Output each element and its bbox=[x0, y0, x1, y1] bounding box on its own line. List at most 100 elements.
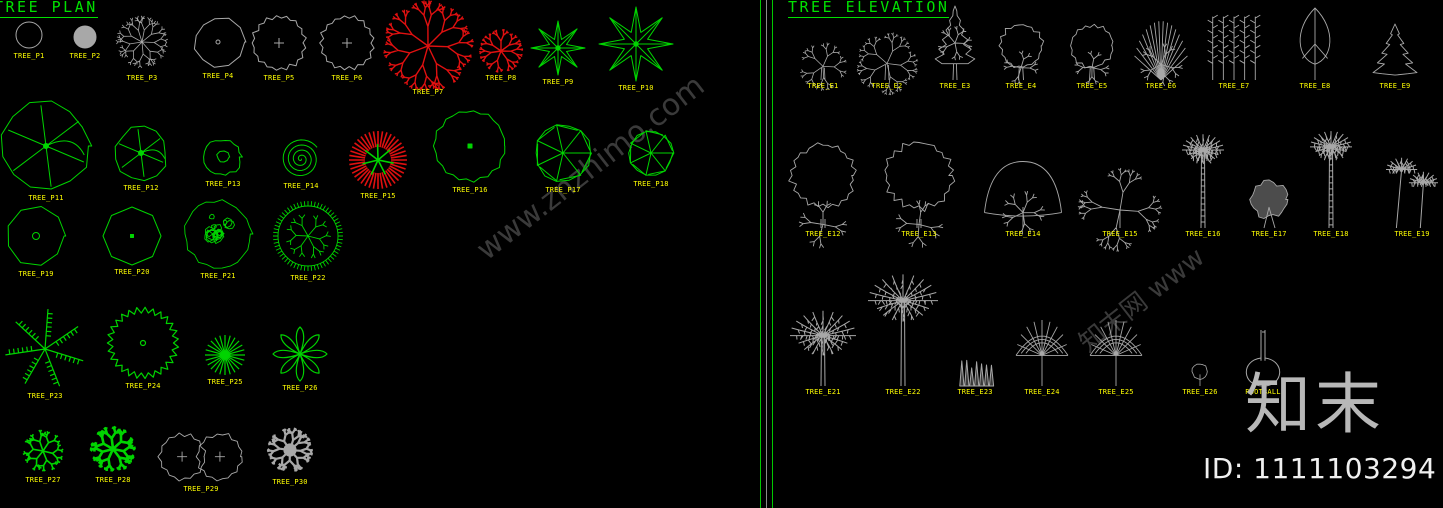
elevation-symbol-label: TREE_E18 bbox=[1313, 230, 1349, 238]
elevation-symbol-cell[interactable]: TREE_E6 bbox=[1132, 18, 1190, 91]
plan-symbol-label: TREE_P20 bbox=[114, 268, 150, 276]
elevation-symbol-cell[interactable]: TREE_E26 bbox=[1175, 363, 1225, 397]
plan-symbol-label: TREE_P10 bbox=[618, 84, 654, 92]
plan-symbol-label: TREE_P8 bbox=[485, 74, 517, 82]
plan-symbol-glyph-tree_p23 bbox=[4, 308, 86, 390]
elevation-symbol-cell[interactable]: TREE_E1 bbox=[792, 24, 854, 91]
elevation-symbol-glyph-tree_e5 bbox=[1062, 23, 1122, 85]
plan-symbol-cell[interactable]: TREE_P4 bbox=[190, 14, 247, 81]
elevation-symbol-cell[interactable]: TREE_E22 bbox=[868, 264, 938, 397]
plan-symbol-glyph-tree_p24 bbox=[106, 306, 180, 380]
plan-symbol-label: TREE_P3 bbox=[126, 74, 158, 82]
elevation-symbol-label: TREE_E7 bbox=[1218, 82, 1250, 90]
elevation-symbol-cell[interactable]: TREE_E13 bbox=[880, 141, 958, 248]
elevation-symbol-cell[interactable]: TREE_E7 bbox=[1206, 8, 1262, 91]
elevation-symbol-label: TREE_E6 bbox=[1145, 82, 1177, 90]
plan-symbol-cell[interactable]: TREE_P11 bbox=[0, 100, 93, 203]
plan-symbol-cell[interactable]: TREE_P9 bbox=[530, 20, 586, 87]
elevation-symbol-cell[interactable]: TREE_E25 bbox=[1089, 318, 1143, 397]
panel-title-plan-text: TREE PLAN bbox=[0, 0, 98, 16]
elevation-symbol-cell[interactable]: TREE_E5 bbox=[1062, 23, 1122, 91]
plan-symbol-glyph-tree_p27 bbox=[20, 428, 66, 474]
elevation-symbol-label: TREE_E9 bbox=[1379, 82, 1411, 90]
plan-symbol-cell[interactable]: TREE_P28 bbox=[88, 424, 138, 485]
elevation-symbol-glyph-tree_e9 bbox=[1372, 23, 1418, 80]
plan-symbol-cell[interactable]: TREE_P12 bbox=[112, 124, 170, 193]
elevation-symbol-cell[interactable]: TREE_E3 bbox=[930, 5, 980, 91]
plan-symbol-cell[interactable]: TREE_P25 bbox=[202, 334, 248, 387]
elevation-symbol-glyph-tree_e26 bbox=[1189, 363, 1211, 386]
elevation-symbol-glyph-tree_e14 bbox=[982, 158, 1064, 235]
plan-symbol-cell[interactable]: TREE_P23 bbox=[4, 308, 86, 401]
plan-symbol-cell[interactable]: TREE_P2 bbox=[62, 24, 108, 61]
plan-symbol-cell[interactable]: TREE_P27 bbox=[20, 428, 66, 485]
elevation-symbol-glyph-tree_e7 bbox=[1206, 8, 1262, 80]
plan-symbol-glyph-tree_p9 bbox=[530, 20, 586, 76]
elevation-symbol-cell[interactable]: TREE_E15 bbox=[1074, 146, 1166, 252]
plan-symbol-cell[interactable]: TREE_P5 bbox=[250, 14, 308, 83]
plan-symbol-cell[interactable]: TREE_P24 bbox=[106, 306, 180, 391]
elevation-symbol-label: TREE_E21 bbox=[805, 388, 841, 396]
plan-symbol-label: TREE_P27 bbox=[25, 476, 61, 484]
elevation-symbol-cell[interactable]: TREE_E2 bbox=[856, 12, 919, 96]
plan-symbol-label: TREE_P9 bbox=[542, 78, 574, 86]
elevation-symbol-glyph-tree_e19 bbox=[1386, 150, 1439, 229]
plan-symbol-label: TREE_P13 bbox=[205, 180, 241, 188]
panel-divider-gray bbox=[766, 0, 767, 508]
plan-symbol-cell[interactable]: TREE_P21 bbox=[182, 198, 254, 281]
plan-symbol-glyph-tree_p2 bbox=[72, 24, 98, 50]
elevation-symbol-label: TREE_E5 bbox=[1076, 82, 1108, 90]
elevation-symbol-cell[interactable]: TREE_E21 bbox=[790, 310, 856, 397]
elevation-symbol-cell[interactable]: TREE_E18 bbox=[1306, 124, 1356, 239]
plan-symbol-glyph-tree_p26 bbox=[272, 326, 328, 382]
plan-symbol-cell[interactable]: TREE_P8 bbox=[478, 28, 524, 83]
plan-symbol-cell[interactable]: TREE_P22 bbox=[272, 200, 344, 283]
elevation-symbol-label: TREE_E26 bbox=[1182, 388, 1218, 396]
plan-symbol-cell[interactable]: TREE_P10 bbox=[598, 6, 674, 93]
plan-symbol-label: TREE_P15 bbox=[360, 192, 396, 200]
elevation-symbol-cell[interactable]: TREE_E16 bbox=[1178, 128, 1228, 239]
elevation-symbol-cell[interactable]: TREE_E24 bbox=[1015, 318, 1069, 397]
elevation-symbol-cell[interactable]: TREE_E23 bbox=[950, 355, 1000, 397]
elevation-symbol-glyph-tree_e2 bbox=[856, 12, 919, 96]
plan-symbol-cell[interactable]: TREE_P16 bbox=[432, 108, 508, 195]
elevation-symbol-glyph-tree_e22 bbox=[868, 264, 938, 387]
plan-symbol-label: TREE_P12 bbox=[123, 184, 159, 192]
plan-symbol-cell[interactable]: TREE_P13 bbox=[200, 136, 246, 189]
plan-symbol-cell[interactable]: TREE_P20 bbox=[102, 206, 162, 277]
elevation-symbol-cell[interactable]: TREE_E19 bbox=[1386, 150, 1439, 239]
elevation-symbol-cell[interactable]: TREE_E8 bbox=[1290, 7, 1340, 91]
elevation-symbol-cell[interactable]: TREE_E4 bbox=[990, 24, 1052, 91]
plan-symbol-glyph-tree_p3 bbox=[112, 12, 172, 72]
elevation-symbol-label: TREE_E23 bbox=[957, 388, 993, 396]
plan-symbol-glyph-tree_p18 bbox=[626, 128, 676, 178]
elevation-symbol-glyph-tree_e15 bbox=[1074, 146, 1166, 252]
elevation-symbol-cell[interactable]: TREE_E17 bbox=[1244, 179, 1294, 239]
plan-symbol-cell[interactable]: TREE_P18 bbox=[626, 128, 676, 189]
plan-symbol-cell[interactable]: TREE_P30 bbox=[264, 424, 316, 487]
plan-symbol-cell[interactable]: TREE_P6 bbox=[318, 14, 376, 83]
plan-symbol-glyph-tree_p30 bbox=[264, 424, 316, 476]
elevation-symbol-label: TREE_E8 bbox=[1299, 82, 1331, 90]
elevation-symbol-cell[interactable]: TREE_E12 bbox=[786, 142, 860, 249]
plan-symbol-cell[interactable]: TREE_P7 bbox=[383, 0, 474, 97]
plan-symbol-cell[interactable]: TREE_P19 bbox=[4, 204, 68, 279]
elevation-symbol-glyph-tree_e24 bbox=[1015, 318, 1069, 386]
plan-symbol-cell[interactable]: TREE_P26 bbox=[272, 326, 328, 393]
panel-divider-green-left bbox=[760, 0, 761, 508]
plan-symbol-cell[interactable]: TREE_P1 bbox=[6, 20, 52, 61]
plan-symbol-glyph-tree_p15 bbox=[348, 130, 408, 190]
plan-symbol-cell[interactable]: TREE_P14 bbox=[278, 138, 324, 191]
elevation-symbol-label: TREE_E2 bbox=[871, 82, 903, 90]
plan-symbol-cell[interactable]: TREE_P17 bbox=[532, 122, 594, 195]
title-underline-plan bbox=[0, 17, 98, 18]
elevation-symbol-label: TREE_E16 bbox=[1185, 230, 1221, 238]
watermark-logo: 知末 bbox=[1245, 366, 1385, 443]
plan-symbol-cell[interactable]: TREE_P15 bbox=[348, 130, 408, 201]
elevation-symbol-cell[interactable]: TREE_E14 bbox=[982, 158, 1064, 239]
elevation-symbol-cell[interactable]: TREE_E9 bbox=[1370, 23, 1420, 91]
plan-symbol-cell[interactable]: TREE_P3 bbox=[112, 12, 172, 83]
plan-symbol-label: TREE_P11 bbox=[28, 194, 64, 202]
plan-symbol-label: TREE_P18 bbox=[633, 180, 669, 188]
plan-symbol-cell[interactable]: TREE_P29 bbox=[157, 430, 244, 494]
